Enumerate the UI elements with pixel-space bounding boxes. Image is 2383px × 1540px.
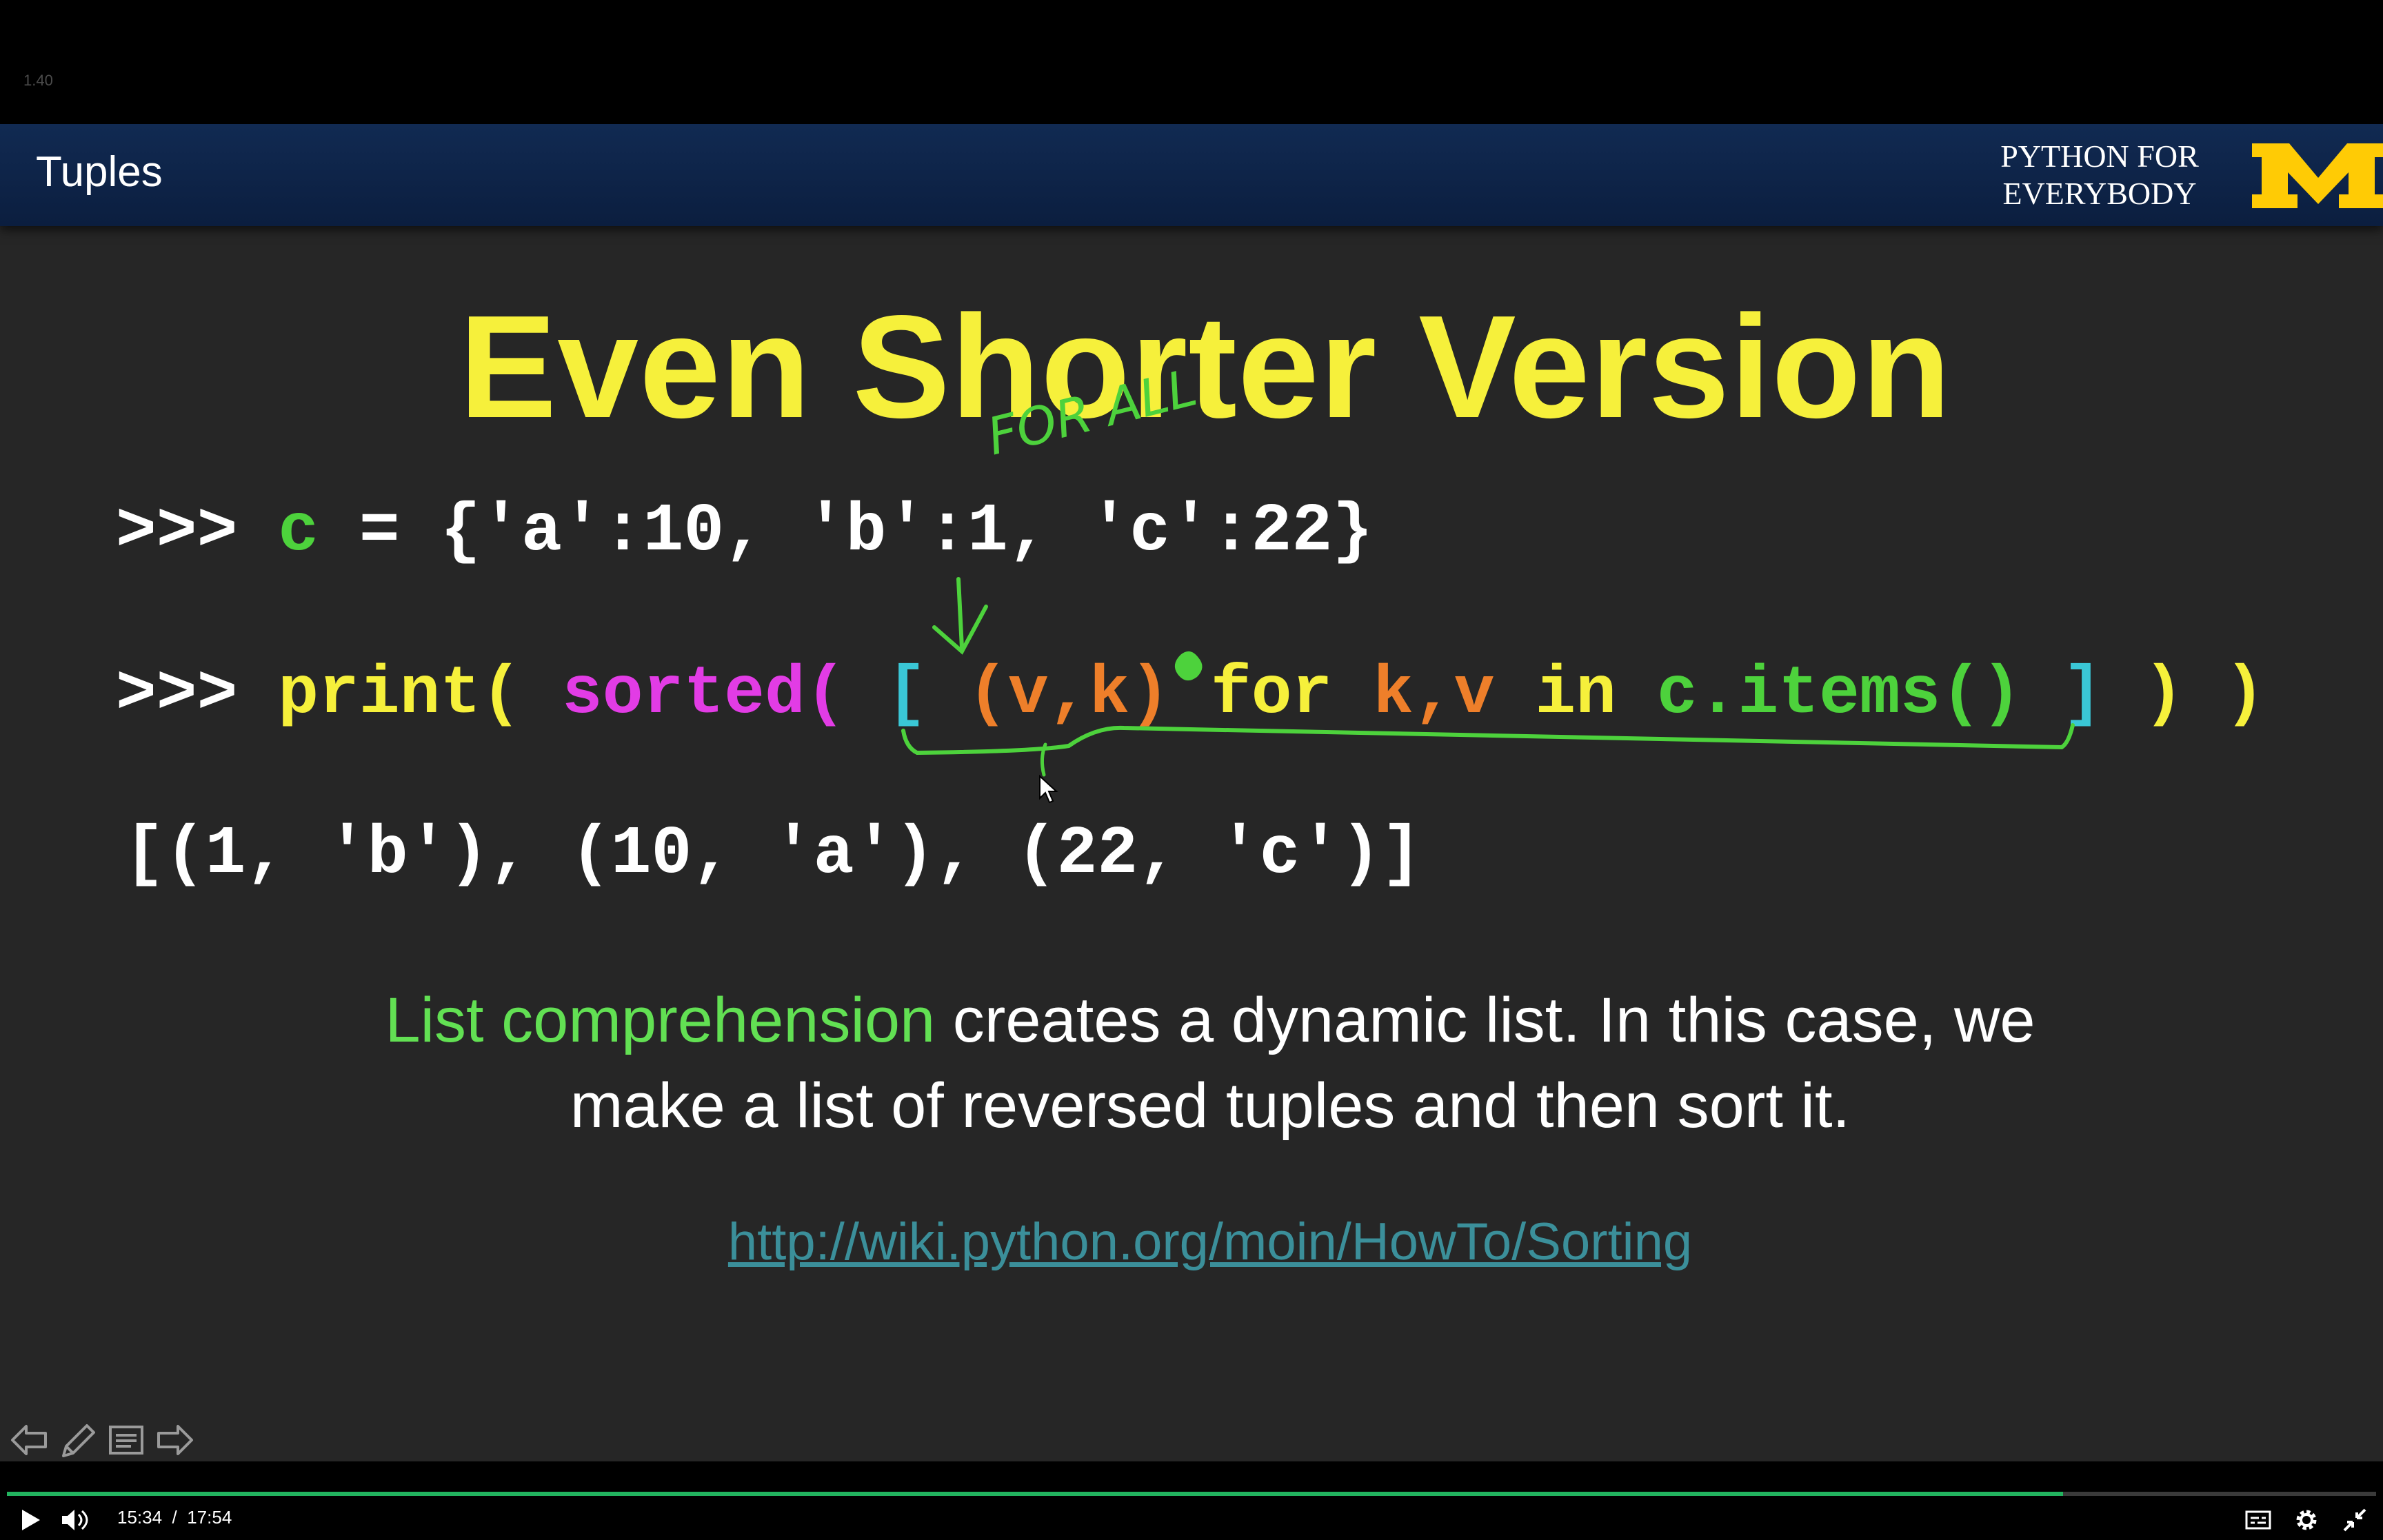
code-kv: k,v xyxy=(1332,656,1495,733)
code-line-sorted: >>> print( sorted( [ (v,k) for k,v in c.… xyxy=(116,656,2265,733)
description-line-2: make a list of reversed tuples and then … xyxy=(570,1071,1851,1141)
course-brand: PYTHON FOR EVERYBODY xyxy=(1986,138,2213,212)
code-for: for xyxy=(1170,656,1333,733)
brand-line-1: PYTHON FOR xyxy=(2000,139,2199,174)
time-separator: / xyxy=(172,1507,177,1528)
prompt: >>> xyxy=(116,656,279,733)
code-close-parens: ) ) xyxy=(2102,656,2265,733)
code-dict: = {'a':10, 'b':1, 'c':22} xyxy=(319,494,1374,570)
progress-fill xyxy=(7,1492,2064,1496)
description-text: creates a dynamic list. In this case, we xyxy=(935,985,2035,1055)
annotation-arrow xyxy=(932,577,988,655)
current-time: 15:34 xyxy=(117,1507,163,1528)
mouse-cursor-icon xyxy=(1039,774,1058,804)
notes-icon[interactable] xyxy=(103,1417,149,1461)
description-highlight: List comprehension xyxy=(385,985,936,1055)
top-bar: 1.40 xyxy=(0,0,2383,124)
prompt: >>> xyxy=(116,494,279,570)
code-print: print( xyxy=(278,656,522,733)
pencil-icon[interactable] xyxy=(55,1417,101,1461)
code-close-bracket: ] xyxy=(2022,656,2103,733)
playback-speed-label: 1.40 xyxy=(23,72,53,89)
volume-icon[interactable] xyxy=(58,1504,90,1536)
description-line-1: List comprehension creates a dynamic lis… xyxy=(0,977,2383,1063)
video-player-controls: 15:34 / 17:54 xyxy=(0,1461,2383,1540)
code-sorted: sorted( xyxy=(521,656,846,733)
captions-icon[interactable] xyxy=(2242,1504,2274,1536)
duration: 17:54 xyxy=(187,1507,232,1528)
code-line-dict: >>> c = {'a':10, 'b':1, 'c':22} xyxy=(116,494,1373,570)
section-title: Tuples xyxy=(36,148,163,196)
next-slide-icon[interactable] xyxy=(152,1417,197,1461)
code-open-bracket: [ xyxy=(845,656,927,733)
slide-header: Tuples PYTHON FOR EVERYBODY xyxy=(0,124,2383,226)
slide: Tuples PYTHON FOR EVERYBODY Even Shorter… xyxy=(0,124,2383,1461)
slide-title: Even Shorter Version xyxy=(459,285,1952,448)
time-display: 15:34 / 17:54 xyxy=(117,1507,232,1528)
code-items-call: c.items() xyxy=(1616,656,2022,733)
play-icon[interactable] xyxy=(14,1504,46,1536)
prev-slide-icon[interactable] xyxy=(7,1417,52,1461)
block-m-logo xyxy=(2252,143,2383,208)
code-tuple: (v,k) xyxy=(927,656,1171,733)
annotation-tick xyxy=(1040,742,1047,777)
code-output: [(1, 'b'), (10, 'a'), (22, 'c')] xyxy=(124,816,1422,893)
sorting-link[interactable]: http://wiki.python.org/moin/HowTo/Sortin… xyxy=(0,1212,2383,1272)
code-var: c xyxy=(278,494,319,570)
settings-icon[interactable] xyxy=(2291,1504,2322,1536)
code-in: in xyxy=(1494,656,1617,733)
slide-description: List comprehension creates a dynamic lis… xyxy=(0,977,2383,1148)
fullscreen-exit-icon[interactable] xyxy=(2339,1504,2371,1536)
brand-line-2: EVERYBODY xyxy=(2002,176,2197,211)
progress-bar[interactable] xyxy=(7,1492,2376,1496)
